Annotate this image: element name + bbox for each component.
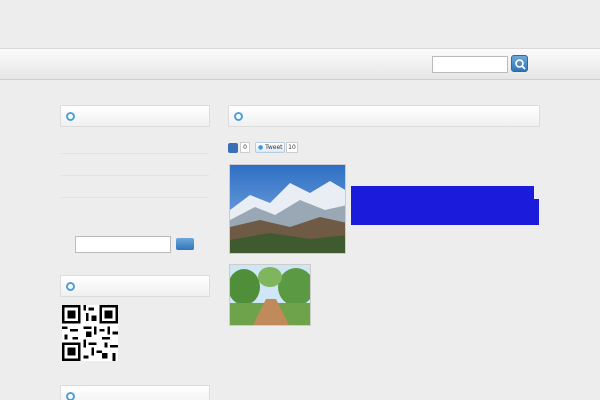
post-text bbox=[316, 286, 540, 297]
search-icon bbox=[515, 59, 526, 70]
site-title[interactable] bbox=[61, 30, 281, 46]
categories-title bbox=[78, 110, 198, 123]
share-icon[interactable] bbox=[228, 143, 238, 153]
twitter-bird-icon: ● bbox=[258, 144, 264, 151]
post-text bbox=[316, 264, 540, 275]
highlighted-text bbox=[351, 212, 539, 225]
bullet-icon bbox=[66, 112, 75, 121]
search-label bbox=[61, 240, 73, 252]
sidebar-widget-header bbox=[60, 385, 210, 400]
navigation-bar bbox=[0, 48, 600, 80]
post-text bbox=[229, 345, 540, 356]
categories-widget-header bbox=[60, 105, 210, 127]
sidebar-link[interactable] bbox=[61, 202, 209, 214]
post-text bbox=[352, 175, 540, 186]
divider bbox=[61, 175, 209, 176]
nav-search-input[interactable] bbox=[432, 56, 508, 73]
post-title-bar bbox=[228, 105, 540, 127]
post-text bbox=[316, 275, 540, 286]
sidebar-widget-title bbox=[78, 390, 198, 400]
post-text bbox=[316, 297, 540, 308]
sidebar-link[interactable] bbox=[61, 181, 209, 193]
tagline bbox=[61, 6, 241, 17]
nav-item-about[interactable] bbox=[125, 60, 207, 72]
sidebar-search-input[interactable] bbox=[75, 236, 171, 253]
post-text bbox=[316, 319, 540, 331]
qr-code bbox=[62, 305, 118, 361]
qr-widget-title bbox=[78, 280, 198, 293]
tweet-button[interactable]: ● Tweet bbox=[255, 142, 285, 153]
highlighted-text bbox=[351, 199, 539, 212]
bullet-icon bbox=[66, 282, 75, 291]
qr-widget-header bbox=[60, 275, 210, 297]
post-text bbox=[316, 308, 540, 319]
post-text bbox=[352, 164, 540, 175]
post-text bbox=[352, 239, 540, 250]
bullet-icon bbox=[66, 392, 75, 400]
divider bbox=[61, 153, 209, 154]
post-text bbox=[229, 356, 540, 367]
tweet-count: 10 bbox=[286, 142, 298, 153]
sidebar-link[interactable] bbox=[61, 137, 209, 149]
bullet-icon bbox=[234, 112, 243, 121]
mountain-image bbox=[229, 164, 346, 254]
post-text bbox=[229, 367, 540, 378]
share-count: 0 bbox=[240, 142, 250, 153]
pink-text bbox=[229, 331, 529, 343]
post-title[interactable] bbox=[246, 110, 526, 123]
tweet-label: Tweet bbox=[265, 144, 283, 151]
divider bbox=[61, 197, 209, 198]
nav-search-button[interactable] bbox=[511, 55, 528, 72]
sidebar-search-button[interactable] bbox=[176, 238, 194, 250]
nav-item-home[interactable] bbox=[73, 60, 103, 72]
post-text bbox=[229, 386, 540, 397]
sidebar-link[interactable] bbox=[61, 159, 209, 171]
post-text bbox=[352, 250, 412, 261]
garden-path-image bbox=[229, 264, 311, 326]
highlighted-text bbox=[351, 186, 534, 199]
